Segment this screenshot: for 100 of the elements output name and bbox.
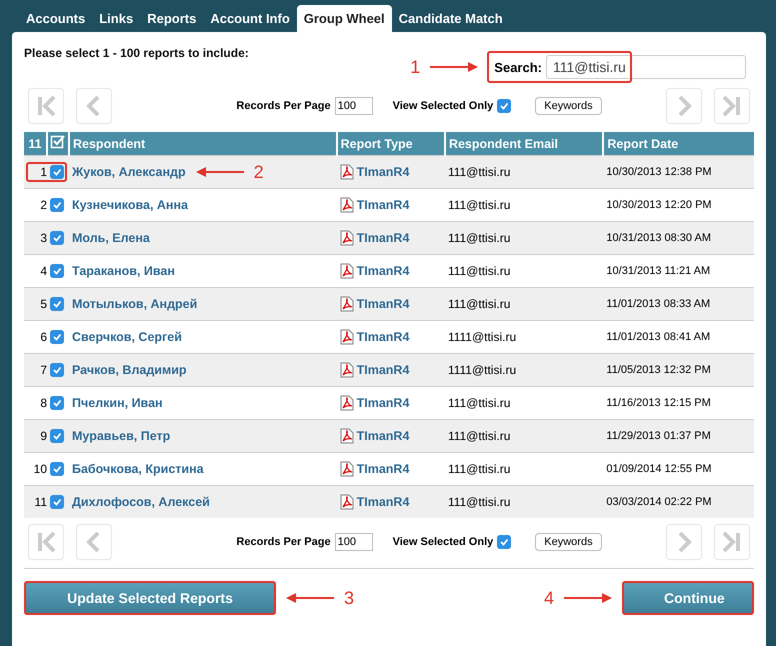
search-label: Search: — [494, 60, 542, 74]
tab[interactable]: Links — [92, 5, 140, 32]
date-cell: 10/31/2013 11:21 AM — [603, 254, 754, 288]
date-cell: 11/05/2013 12:32 PM — [603, 354, 754, 386]
row-number: 10 — [34, 462, 47, 476]
tab[interactable]: Group Wheel — [296, 5, 392, 32]
update-selected-reports-button[interactable]: Update Selected Reports — [24, 581, 276, 615]
instruction-text: Please select 1 - 100 reports to include: — [24, 46, 249, 60]
email-cell: 111@ttisi.ru — [444, 420, 604, 452]
respondent-link[interactable]: Рачков, Владимир — [72, 363, 187, 377]
pdf-icon — [340, 230, 354, 246]
email-cell: 1111@ttisi.ru — [444, 320, 604, 354]
date-cell: 11/29/2013 01:37 PM — [603, 420, 754, 452]
row-checkbox[interactable] — [50, 429, 64, 443]
date-cell: 01/09/2014 12:55 PM — [603, 452, 754, 486]
email-cell: 111@ttisi.ru — [444, 288, 604, 320]
email-cell: 111@ttisi.ru — [444, 452, 604, 486]
respondent-link[interactable]: Моль, Елена — [72, 231, 150, 245]
checkmark-icon — [52, 365, 62, 375]
email-cell: 111@ttisi.ru — [444, 156, 604, 188]
respondent-link[interactable]: Бабочкова, Кристина — [72, 462, 204, 476]
pdf-icon — [340, 461, 354, 477]
pdf-icon — [340, 494, 354, 510]
report-type-link[interactable]: TImanR4 — [356, 264, 410, 278]
checkmark-icon — [52, 398, 62, 408]
view-selected-checkbox[interactable] — [497, 99, 512, 113]
respondent-link[interactable]: Кузнечикова, Анна — [72, 198, 188, 212]
column-header: Respondent Email — [444, 132, 604, 156]
records-per-page-label: Records Per Page — [236, 536, 331, 548]
pdf-icon — [340, 296, 354, 312]
callout-number: 2 — [254, 162, 264, 182]
checkmark-icon — [52, 266, 62, 276]
report-type-link[interactable]: TImanR4 — [356, 462, 410, 476]
report-type-link[interactable]: TImanR4 — [356, 330, 410, 344]
row-number: 6 — [40, 330, 47, 344]
email-cell: 111@ttisi.ru — [444, 486, 604, 518]
skip-icon — [720, 531, 743, 553]
row-checkbox[interactable] — [50, 462, 64, 476]
column-header: Report Type — [336, 132, 445, 156]
respondent-link[interactable]: Мотыльков, Андрей — [72, 297, 198, 311]
column-header: Report Date — [603, 132, 754, 156]
row-number: 1 — [40, 165, 47, 179]
checkmark-icon — [52, 332, 62, 342]
row-number: 5 — [40, 297, 47, 311]
checkmark-icon — [52, 200, 62, 210]
checkmark-icon — [52, 497, 62, 507]
report-type-link[interactable]: TImanR4 — [356, 198, 410, 212]
checkmark-icon — [52, 431, 62, 441]
checkmark-icon — [52, 233, 62, 243]
row-checkbox[interactable] — [50, 495, 64, 509]
tab[interactable]: Accounts — [19, 5, 92, 32]
view-selected-checkbox[interactable] — [497, 535, 512, 549]
row-checkbox[interactable] — [50, 198, 64, 212]
email-cell: 111@ttisi.ru — [444, 386, 604, 420]
row-checkbox[interactable] — [50, 297, 64, 311]
respondent-link[interactable]: Муравьев, Петр — [72, 429, 170, 443]
search-field[interactable]: 111@ttisi.ru — [546, 55, 746, 79]
view-selected-only-label: View Selected Only — [392, 536, 494, 548]
respondent-link[interactable]: Жуков, Александр — [72, 165, 186, 179]
date-cell: 10/31/2013 08:30 AM — [603, 222, 754, 254]
pdf-icon — [340, 362, 354, 378]
row-checkbox[interactable] — [50, 165, 64, 179]
continue-button[interactable]: Continue — [622, 581, 754, 615]
tab[interactable]: Candidate Match — [392, 5, 510, 32]
skip-icon — [35, 95, 57, 117]
row-number: 11 — [34, 495, 47, 509]
skip-icon — [35, 531, 57, 553]
pdf-icon — [340, 197, 354, 213]
respondent-link[interactable]: Тараканов, Иван — [72, 264, 175, 278]
arrow-icon — [430, 62, 478, 72]
pdf-icon — [340, 428, 354, 444]
date-cell: 11/01/2013 08:41 AM — [603, 320, 754, 354]
tab[interactable]: Reports — [140, 5, 204, 32]
row-checkbox[interactable] — [50, 330, 64, 344]
pdf-icon — [340, 329, 354, 345]
row-checkbox[interactable] — [50, 396, 64, 410]
row-number: 3 — [40, 231, 47, 245]
row-checkbox[interactable] — [50, 231, 64, 245]
checkmark-icon — [499, 101, 510, 111]
email-cell: 111@ttisi.ru — [444, 254, 604, 288]
arrow-icon — [286, 593, 334, 603]
date-cell: 11/01/2013 08:33 AM — [603, 288, 754, 320]
checkbox-icon[interactable] — [50, 134, 66, 150]
row-checkbox[interactable] — [50, 363, 64, 377]
keywords-button[interactable]: Keywords — [535, 97, 602, 115]
tab[interactable]: Account Info — [203, 5, 297, 32]
respondent-link[interactable]: Пчелкин, Иван — [72, 396, 163, 410]
row-number: 9 — [40, 429, 47, 443]
keywords-button[interactable]: Keywords — [535, 533, 602, 551]
report-type-link[interactable]: TImanR4 — [356, 396, 410, 410]
pdf-icon — [340, 263, 354, 279]
records-per-page-field[interactable]: 100 — [334, 97, 373, 115]
row-number: 8 — [40, 396, 47, 410]
date-cell: 10/30/2013 12:20 PM — [603, 188, 754, 222]
row-checkbox[interactable] — [50, 264, 64, 278]
records-per-page-field[interactable]: 100 — [334, 533, 373, 551]
respondent-link[interactable]: Сверчков, Сергей — [72, 330, 182, 344]
callout-number: 4 — [544, 588, 554, 608]
checkmark-icon — [52, 299, 62, 309]
pdf-icon — [340, 395, 354, 411]
